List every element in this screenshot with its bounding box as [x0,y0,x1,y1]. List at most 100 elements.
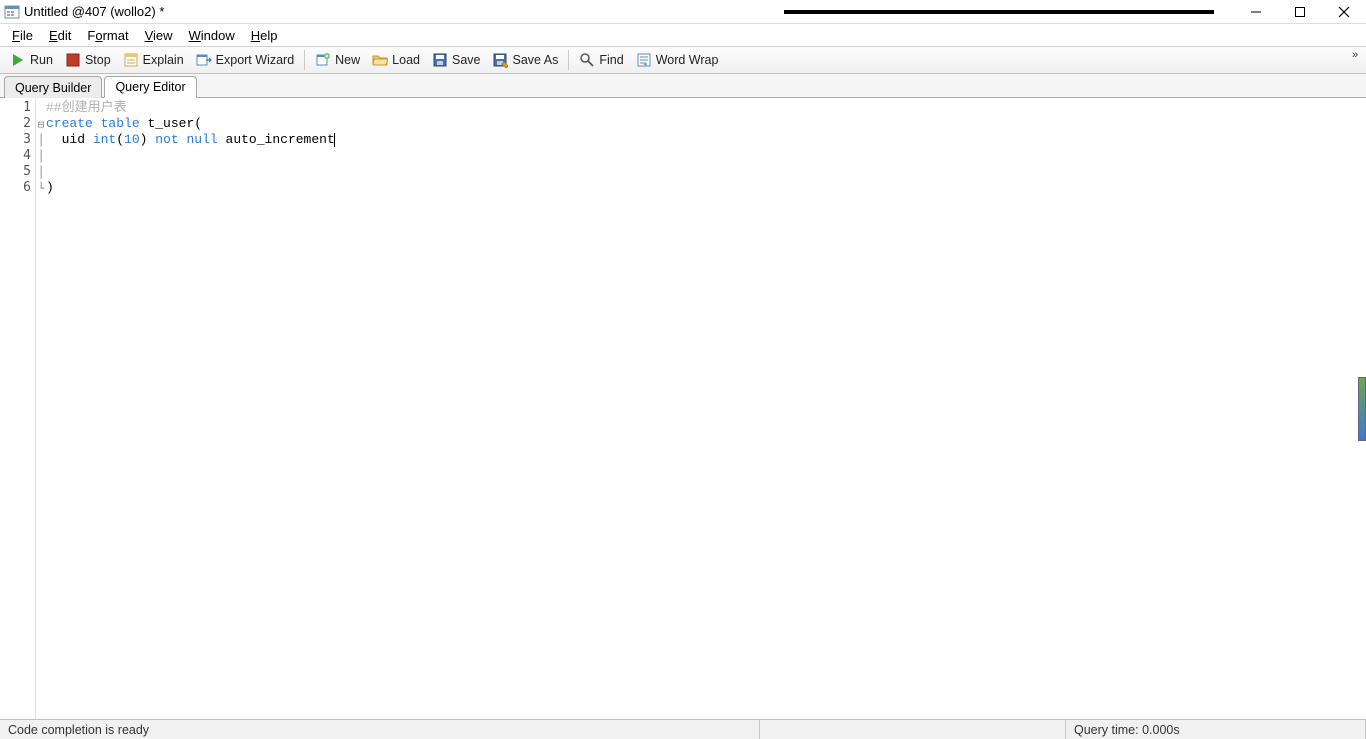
find-button[interactable]: Find [573,48,629,72]
line-number: 1 [0,100,35,116]
token-keyword: not [155,132,178,147]
token-keyword: null [187,132,218,147]
minimize-button[interactable] [1234,0,1278,24]
fold-marker: │ [36,164,46,180]
menu-help-rest: elp [260,28,277,43]
titlebar-blackbar [784,10,1214,14]
tab-query-builder[interactable]: Query Builder [4,76,102,98]
code-line [46,148,1366,164]
run-button[interactable]: Run [4,48,59,72]
line-number: 2 [0,116,35,132]
stop-icon [65,52,81,68]
word-wrap-label: Word Wrap [656,53,719,67]
close-button[interactable] [1322,0,1366,24]
play-icon [10,52,26,68]
code-line: ##创建用户表 [46,100,1366,116]
maximize-button[interactable] [1278,0,1322,24]
line-number: 4 [0,148,35,164]
save-as-label: Save As [512,53,558,67]
word-wrap-icon [636,52,652,68]
line-number: 5 [0,164,35,180]
status-query-time: Query time: 0.000s [1066,720,1366,739]
token-identifier: uid [62,132,85,147]
token-keyword: table [101,116,140,131]
search-icon [579,52,595,68]
fold-marker: │ [36,132,46,148]
toolbar-separator [304,50,305,70]
menu-view[interactable]: View [137,26,181,45]
run-label: Run [30,53,53,67]
menu-file-rest: ile [20,28,33,43]
menu-edit[interactable]: Edit [41,26,79,45]
tab-strip: Query Builder Query Editor [0,74,1366,98]
word-wrap-button[interactable]: Word Wrap [630,48,725,72]
menu-bar: File Edit Format View Window Help [0,24,1366,46]
fold-marker [36,100,46,116]
code-line [46,164,1366,180]
menu-window[interactable]: Window [181,26,243,45]
token-paren: ( [116,132,124,147]
find-label: Find [599,53,623,67]
save-as-button[interactable]: Save As [486,48,564,72]
new-label: New [335,53,360,67]
token-number: 10 [124,132,140,147]
menu-format[interactable]: Format [79,26,136,45]
status-bar: Code completion is ready Query time: 0.0… [0,719,1366,739]
status-spacer [760,720,1066,739]
fold-marker-collapse-icon[interactable]: ⊟ [36,116,46,132]
menu-window-rest: indow [201,28,235,43]
tab-builder-label: Query Builder [15,81,91,95]
toolbar-separator [568,50,569,70]
menu-file[interactable]: File [4,26,41,45]
save-label: Save [452,53,481,67]
token-identifier: auto_increment [226,132,335,147]
explain-label: Explain [143,53,184,67]
token-comment: ##创建用户表 [46,100,127,115]
text-cursor [334,133,335,147]
menu-help[interactable]: Help [243,26,286,45]
menu-view-rest: iew [153,28,173,43]
line-number-gutter: 1 2 3 4 5 6 [0,98,36,719]
explain-icon [123,52,139,68]
export-wizard-label: Export Wizard [216,53,295,67]
window-title: Untitled @407 (wollo2) * [24,4,164,19]
title-bar: Untitled @407 (wollo2) * [0,0,1366,24]
save-icon [432,52,448,68]
fold-column: ⊟ │ │ │ └ [36,98,46,719]
fold-marker: └ [36,180,46,196]
new-icon [315,52,331,68]
save-as-icon [492,52,508,68]
explain-button[interactable]: Explain [117,48,190,72]
app-icon [4,4,20,20]
code-line: uid int(10) not null auto_increment [46,132,1366,148]
folder-open-icon [372,52,388,68]
minimap-slider[interactable] [1358,377,1366,441]
code-area[interactable]: ##创建用户表 create table t_user( uid int(10)… [46,98,1366,719]
code-line: ) [46,180,1366,196]
toolbar: Run Stop Explain Export Wizard New Load … [0,46,1366,74]
line-number: 6 [0,180,35,196]
menu-format-rest: rmat [103,28,129,43]
token-paren: ) [46,180,54,195]
tab-editor-label: Query Editor [115,80,185,94]
export-wizard-button[interactable]: Export Wizard [190,48,301,72]
load-button[interactable]: Load [366,48,426,72]
stop-button[interactable]: Stop [59,48,117,72]
new-button[interactable]: New [309,48,366,72]
token-keyword: create [46,116,93,131]
fold-marker: │ [36,148,46,164]
export-wizard-icon [196,52,212,68]
menu-edit-rest: dit [58,28,72,43]
code-line: create table t_user( [46,116,1366,132]
toolbar-overflow-icon[interactable]: » [1348,47,1362,73]
line-number: 3 [0,132,35,148]
save-button[interactable]: Save [426,48,487,72]
status-left: Code completion is ready [0,720,760,739]
token-paren: ( [194,116,202,131]
tab-query-editor[interactable]: Query Editor [104,76,196,98]
load-label: Load [392,53,420,67]
stop-label: Stop [85,53,111,67]
token-type: int [93,132,116,147]
code-editor[interactable]: 1 2 3 4 5 6 ⊟ │ │ │ └ ##创建用户表 create tab… [0,98,1366,719]
token-paren: ) [140,132,148,147]
